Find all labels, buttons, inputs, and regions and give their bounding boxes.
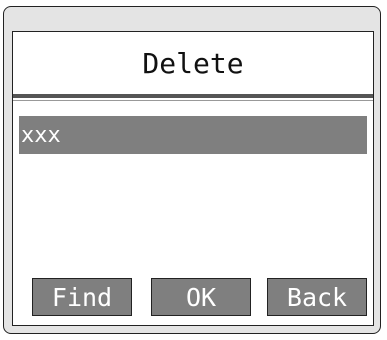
lcd-screen: Delete xxx Find OK Back [12, 31, 374, 326]
ok-button[interactable]: OK [151, 278, 251, 316]
page-title: Delete [142, 46, 244, 80]
list-item-label: xxx [21, 122, 61, 148]
back-button[interactable]: Back [267, 278, 367, 316]
title-divider-shadow [13, 100, 373, 101]
list-item-selected[interactable]: xxx [19, 116, 367, 154]
title-bar: Delete [13, 32, 373, 94]
find-button[interactable]: Find [32, 278, 132, 316]
title-divider [13, 94, 373, 98]
device-frame: Delete xxx Find OK Back [3, 6, 381, 334]
